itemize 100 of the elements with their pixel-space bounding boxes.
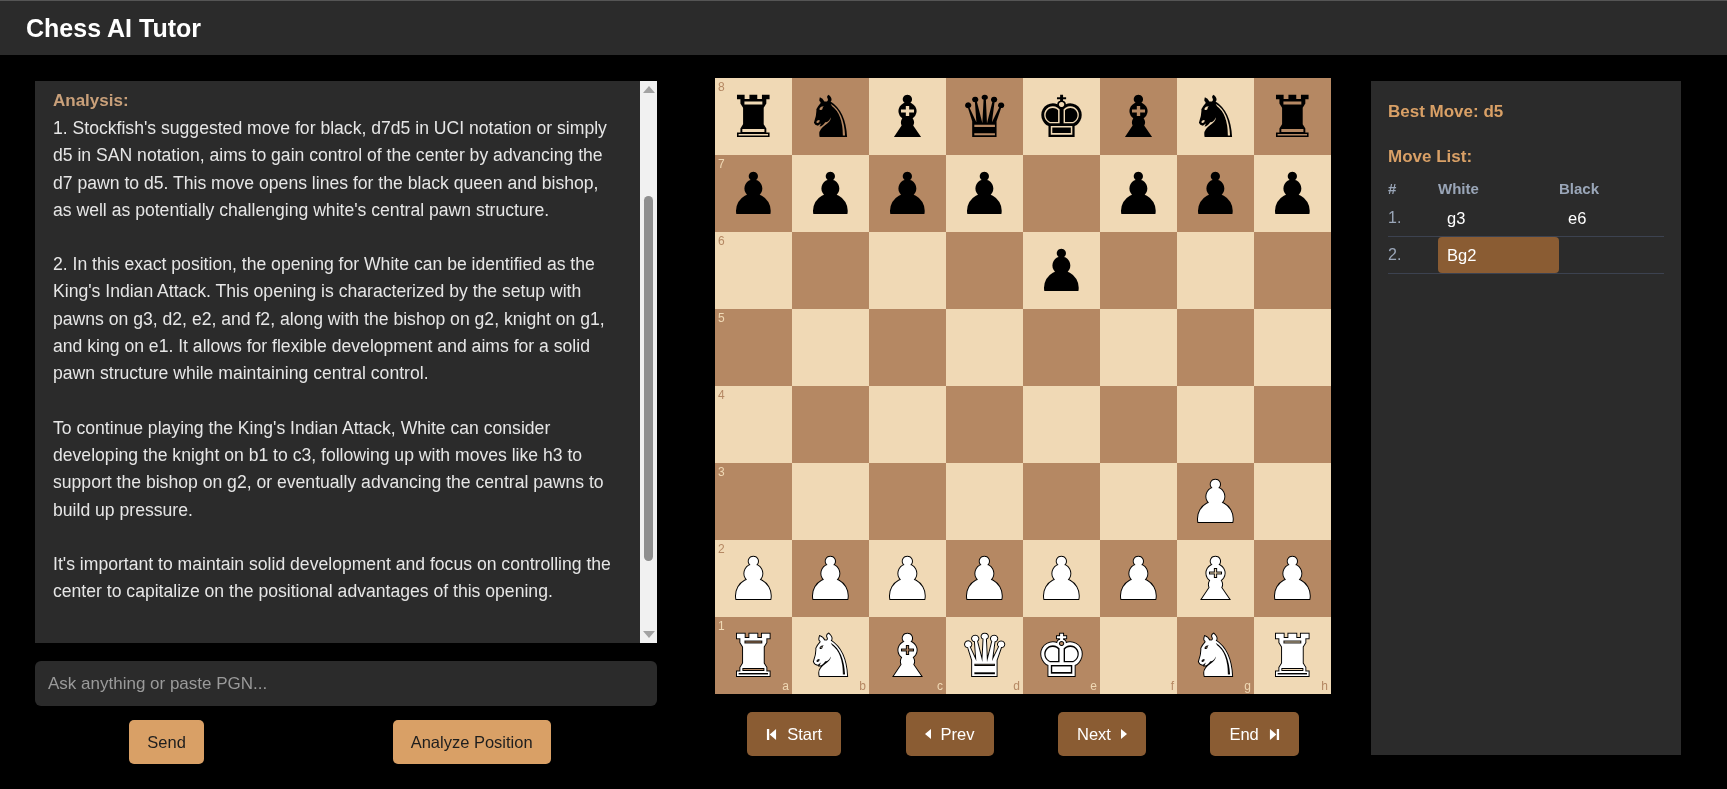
board-square[interactable]: ♟ bbox=[1100, 155, 1177, 232]
board-square[interactable]: ♟ bbox=[1177, 155, 1254, 232]
board-square[interactable]: ♚ bbox=[1023, 78, 1100, 155]
scrollbar[interactable] bbox=[640, 81, 657, 643]
chess-piece[interactable]: ♟ bbox=[727, 161, 780, 226]
chess-piece[interactable]: ♜ bbox=[727, 623, 780, 688]
move-cell[interactable]: e6 bbox=[1559, 200, 1659, 236]
chess-piece[interactable]: ♟ bbox=[1112, 161, 1165, 226]
board-square[interactable] bbox=[1100, 309, 1177, 386]
analysis-paragraph: 1. Stockfish's suggested move for black, d7d5 in UCI notation or simply d5 in SAN notation, aims to gain control of the center by advancing the d7 pawn to d5. This move opens lines for the black queen and bishop, as well as potentially challenging white's central pawn structure. bbox=[53, 117, 608, 222]
chess-piece[interactable]: ♚ bbox=[1035, 84, 1088, 149]
chess-piece[interactable]: ♟ bbox=[958, 546, 1011, 611]
skip-end-icon bbox=[1268, 727, 1280, 741]
rank-label: 6 bbox=[718, 234, 725, 248]
board-square[interactable] bbox=[1177, 309, 1254, 386]
chess-piece[interactable]: ♚ bbox=[1035, 623, 1088, 688]
board-square[interactable]: ♟ bbox=[1254, 155, 1331, 232]
board-square[interactable] bbox=[946, 309, 1023, 386]
board-square[interactable] bbox=[1177, 386, 1254, 463]
board-square[interactable]: ♝ bbox=[1100, 78, 1177, 155]
nav-button[interactable]: Start bbox=[747, 712, 842, 756]
board-square[interactable] bbox=[1100, 463, 1177, 540]
board-square[interactable] bbox=[792, 309, 869, 386]
move-number: 1. bbox=[1388, 209, 1403, 227]
board-square[interactable]: ♟ bbox=[1100, 540, 1177, 617]
board-square[interactable]: ♞ bbox=[792, 78, 869, 155]
chess-piece[interactable]: ♟ bbox=[1189, 469, 1242, 534]
analysis-paragraph: 2. In this exact position, the opening for White can be identified as the King's Indian Attack. This opening is characterized by the setup with pawns on g3, d2, e2, and f2, along with the bishop on g2, knight on g1, and king on e1. It allows for flexible development and aims for a solid pawn structure while maintaining central control. bbox=[53, 253, 606, 386]
chess-piece[interactable]: ♞ bbox=[1189, 84, 1242, 149]
nav-button[interactable]: End bbox=[1210, 712, 1299, 756]
rank-label: 3 bbox=[718, 465, 725, 479]
scroll-down-icon[interactable] bbox=[642, 631, 655, 638]
file-label: b bbox=[859, 679, 866, 693]
board-square[interactable] bbox=[946, 386, 1023, 463]
board-square[interactable] bbox=[946, 463, 1023, 540]
send-button[interactable]: Send bbox=[129, 720, 204, 764]
chess-piece[interactable]: ♟ bbox=[804, 161, 857, 226]
move-cell[interactable]: Bg2 bbox=[1438, 237, 1559, 273]
rank-label: 1 bbox=[718, 619, 725, 633]
board-square[interactable] bbox=[1023, 386, 1100, 463]
board-square[interactable]: ♝ bbox=[869, 78, 946, 155]
file-label: d bbox=[1013, 679, 1020, 693]
board-square[interactable] bbox=[792, 232, 869, 309]
board-square[interactable]: ♜ bbox=[1254, 78, 1331, 155]
chess-piece[interactable]: ♜ bbox=[1266, 84, 1319, 149]
board-square[interactable]: ♟ bbox=[792, 155, 869, 232]
scroll-thumb[interactable] bbox=[644, 196, 653, 561]
board-square[interactable] bbox=[792, 463, 869, 540]
board-square[interactable] bbox=[1254, 463, 1331, 540]
move-number: 2. bbox=[1388, 246, 1403, 264]
chess-piece[interactable]: ♟ bbox=[1112, 546, 1165, 611]
chess-piece[interactable]: ♝ bbox=[881, 84, 934, 149]
board-square[interactable] bbox=[1100, 386, 1177, 463]
board-square[interactable]: ♟ bbox=[1023, 232, 1100, 309]
chess-piece[interactable]: ♟ bbox=[958, 161, 1011, 226]
board-square[interactable] bbox=[869, 463, 946, 540]
board-square[interactable] bbox=[1023, 309, 1100, 386]
chat-input-field[interactable]: Ask anything or paste PGN... bbox=[35, 661, 657, 706]
chess-piece[interactable]: ♟ bbox=[1266, 161, 1319, 226]
board-square[interactable] bbox=[1023, 463, 1100, 540]
board-square[interactable] bbox=[1254, 309, 1331, 386]
board-square[interactable] bbox=[869, 309, 946, 386]
board-square[interactable] bbox=[869, 386, 946, 463]
nav-button[interactable]: Prev bbox=[905, 712, 994, 756]
board-square[interactable] bbox=[1254, 386, 1331, 463]
chess-piece[interactable]: ♟ bbox=[1266, 546, 1319, 611]
board-square[interactable]: ♛ bbox=[946, 78, 1023, 155]
board-square[interactable]: ♟ bbox=[792, 540, 869, 617]
chess-piece[interactable]: ♝ bbox=[1112, 84, 1165, 149]
board-square[interactable]: ♟ bbox=[869, 155, 946, 232]
move-cell[interactable]: g3 bbox=[1438, 200, 1559, 236]
rank-label: 7 bbox=[718, 157, 725, 171]
rank-label: 5 bbox=[718, 311, 725, 325]
chess-piece[interactable]: ♟ bbox=[804, 546, 857, 611]
chess-piece[interactable]: ♜ bbox=[727, 84, 780, 149]
board-square[interactable] bbox=[1023, 155, 1100, 232]
board-square[interactable] bbox=[1100, 232, 1177, 309]
board-square[interactable]: ♟ bbox=[946, 155, 1023, 232]
chess-piece[interactable]: ♟ bbox=[881, 161, 934, 226]
board-square[interactable]: ♟ bbox=[946, 540, 1023, 617]
board-square[interactable] bbox=[946, 232, 1023, 309]
chess-piece[interactable]: ♞ bbox=[804, 84, 857, 149]
chess-piece[interactable]: ♟ bbox=[1035, 238, 1088, 303]
board-square[interactable]: ♟ bbox=[1254, 540, 1331, 617]
chess-piece[interactable]: ♟ bbox=[1189, 161, 1242, 226]
rank-label: 8 bbox=[718, 80, 725, 94]
analysis-heading: Analysis: bbox=[53, 90, 130, 112]
board-square[interactable]: ♞ bbox=[1177, 78, 1254, 155]
board-square[interactable] bbox=[1177, 232, 1254, 309]
scroll-up-icon[interactable] bbox=[642, 86, 655, 93]
nav-button[interactable]: Next bbox=[1057, 712, 1146, 756]
board-square[interactable] bbox=[869, 232, 946, 309]
board-square[interactable] bbox=[792, 386, 869, 463]
chess-piece[interactable]: ♝ bbox=[881, 623, 934, 688]
chess-piece[interactable]: ♞ bbox=[1189, 623, 1242, 688]
analyze-button[interactable]: Analyze Position bbox=[392, 720, 551, 764]
chess-piece[interactable]: ♛ bbox=[958, 84, 1011, 149]
board-square[interactable] bbox=[1254, 232, 1331, 309]
file-label: h bbox=[1321, 679, 1328, 693]
board-square[interactable]: ♟ bbox=[1177, 463, 1254, 540]
